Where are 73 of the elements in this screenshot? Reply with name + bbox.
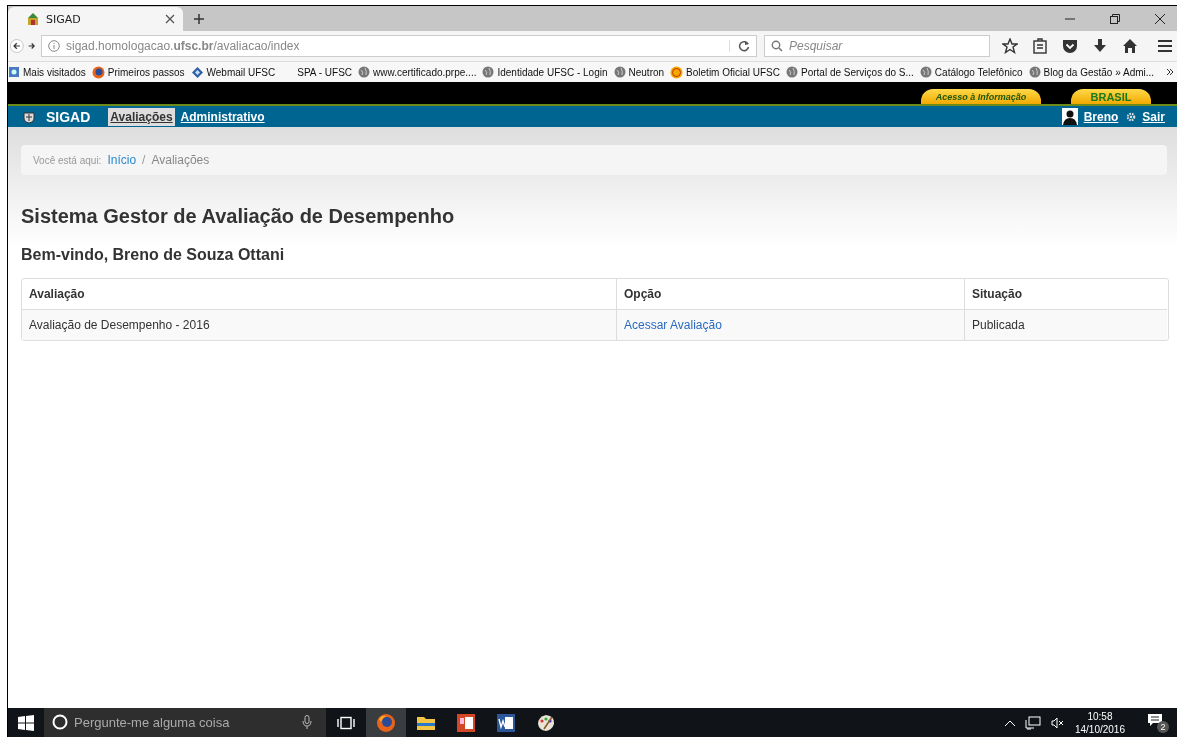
info-icon [48, 40, 60, 52]
breadcrumb-separator: / [142, 153, 146, 167]
bookmark-item[interactable]: Boletim Oficial UFSC [670, 65, 780, 79]
taskbar-search-field[interactable]: Pergunte-me alguma coisa [44, 708, 326, 737]
clipboard-icon[interactable] [1033, 38, 1047, 54]
table-link[interactable]: Acessar Avaliação [624, 318, 722, 332]
bookmark-item[interactable]: Webmail UFSC [190, 65, 276, 79]
logout-link[interactable]: Sair [1142, 109, 1165, 124]
bookmark-item[interactable]: Mais visitados [8, 66, 86, 78]
restore-icon[interactable] [1110, 14, 1120, 24]
bookmark-item[interactable]: Catálogo Telefônico [919, 66, 1023, 78]
crest-icon [26, 12, 40, 26]
access-info-link[interactable]: Acesso à Informação [921, 89, 1041, 104]
message-icon [1147, 712, 1163, 727]
bookmark-item[interactable]: www.certificado.prpe.... [358, 66, 477, 78]
page-icon [8, 66, 20, 78]
badge-icon [670, 65, 684, 79]
globe-icon [613, 66, 626, 78]
palette-icon[interactable] [536, 712, 556, 733]
avatar-icon [1061, 108, 1078, 125]
close-icon[interactable] [165, 14, 175, 24]
task-view-icon[interactable] [337, 715, 355, 730]
home-icon[interactable] [1122, 38, 1138, 54]
breadcrumb-label: Você está aqui: [33, 154, 102, 166]
globe-icon [919, 66, 932, 78]
star-icon[interactable] [1002, 38, 1018, 54]
breadcrumb-link[interactable]: Início [107, 153, 137, 167]
bookmark-item[interactable]: Neutron [613, 66, 665, 78]
crest-icon [22, 109, 36, 124]
menu-icon[interactable] [1157, 39, 1173, 53]
windows-icon[interactable] [18, 714, 34, 731]
slides-app-icon[interactable] [456, 712, 476, 733]
table-cell: Avaliação de Desempenho - 2016 [22, 310, 616, 340]
page-title: Sistema Gestor de Avaliação de Desempenho [21, 205, 456, 228]
search-icon [771, 40, 783, 52]
firefox-icon[interactable] [376, 712, 396, 733]
user-link[interactable]: Breno [1083, 109, 1119, 124]
notifications-button[interactable]: 2 [1147, 712, 1169, 733]
forward-icon[interactable] [27, 40, 35, 52]
document-app-icon[interactable] [496, 712, 516, 733]
bookmark-item[interactable]: Identidade UFSC - Login [482, 66, 608, 78]
reload-icon[interactable] [729, 40, 750, 52]
bookmark-item[interactable]: Portal de Serviços do S... [786, 66, 914, 78]
address-bar[interactable]: sigad.homologacao.ufsc.br/avaliacao/index [41, 35, 757, 57]
download-icon[interactable] [1093, 38, 1107, 54]
clock-date[interactable]: 14/10/2016 [1074, 722, 1125, 736]
globe-icon [358, 66, 371, 78]
cortana-icon [52, 714, 68, 730]
breadcrumb-current: Avaliações [151, 153, 210, 167]
bookmark-item[interactable]: Primeiros passos [91, 65, 185, 79]
browser-tab[interactable]: SIGAD [8, 7, 183, 31]
pocket-icon[interactable] [1062, 38, 1078, 54]
bookmark-item[interactable]: Blog da Gestão » Admi... [1028, 66, 1155, 78]
bookmark-item[interactable]: SPA - UFSC [297, 66, 353, 78]
settings-icon[interactable] [1126, 111, 1137, 122]
new-tab-icon[interactable] [193, 13, 205, 25]
welcome-heading: Bem-vindo, Breno de Souza Ottani [21, 246, 286, 264]
microphone-icon[interactable] [302, 715, 312, 729]
globe-icon [786, 66, 798, 78]
firefox-icon [91, 65, 105, 79]
volume-muted-icon[interactable] [1050, 716, 1065, 729]
globe-icon [482, 66, 495, 78]
table-cell: Publicada [964, 310, 1167, 340]
search-field[interactable]: Pesquisar [764, 35, 990, 57]
close-icon[interactable] [1155, 14, 1165, 24]
diamond-icon [190, 65, 204, 79]
globe-icon [1028, 66, 1041, 78]
clock-time[interactable]: 10:58 [1087, 709, 1113, 723]
network-icon[interactable] [1024, 715, 1041, 730]
chevron-up-icon[interactable] [1004, 719, 1015, 726]
nav-menu-item[interactable]: Avaliações [108, 107, 175, 126]
nav-menu-item[interactable]: Administrativo [178, 107, 267, 126]
app-brand: SIGAD [46, 108, 91, 125]
